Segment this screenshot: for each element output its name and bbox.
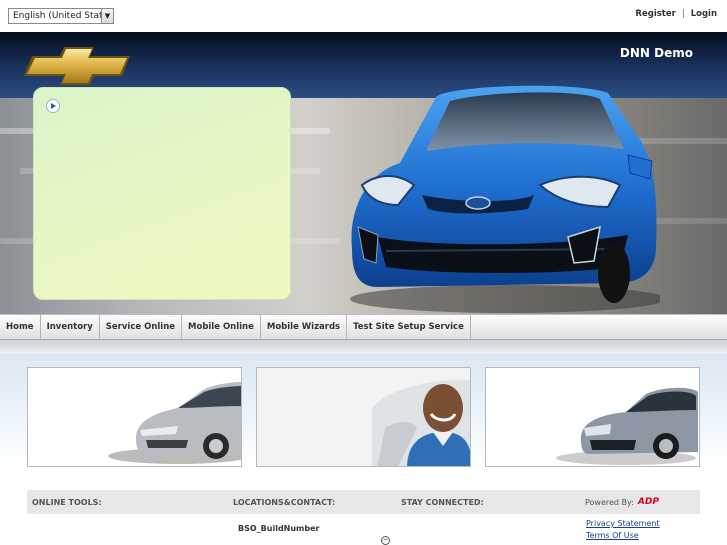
- service-advisor-image: [257, 368, 470, 466]
- nav-item-service-online[interactable]: Service Online: [100, 315, 183, 339]
- site-title: DNN Demo: [619, 46, 693, 60]
- register-link[interactable]: Register: [635, 9, 675, 19]
- silver-sedan-image: [108, 382, 241, 464]
- page: English (United States) ▼ Register | Log…: [0, 0, 727, 545]
- thumbnail-service-advisor[interactable]: [256, 367, 471, 467]
- nav-item-home[interactable]: Home: [0, 315, 41, 339]
- language-select[interactable]: English (United States) ▼: [8, 8, 114, 24]
- chevrolet-logo[interactable]: [22, 44, 134, 88]
- footer-stay-connected: STAY CONNECTED:: [401, 498, 484, 507]
- footer-bar: ONLINE TOOLS: LOCATIONS&CONTACT: STAY CO…: [27, 490, 700, 514]
- header-banner: DNN Demo: [0, 32, 727, 314]
- collapse-icon[interactable]: −: [381, 536, 390, 545]
- adp-logo[interactable]: ADP: [638, 497, 659, 507]
- thumbnail-silver-sedan[interactable]: [27, 367, 242, 467]
- thumbnail-mustang[interactable]: [485, 367, 700, 467]
- powered-by-label: Powered By:: [585, 497, 634, 507]
- mustang-image: [556, 387, 698, 465]
- link-separator: |: [681, 9, 685, 19]
- language-select-value: English (United States): [13, 11, 101, 21]
- account-links: Register | Login: [635, 9, 717, 19]
- nav-item-mobile-wizards[interactable]: Mobile Wizards: [261, 315, 348, 339]
- nav-shadow-band: [0, 340, 727, 354]
- promo-slideshow[interactable]: [33, 87, 291, 300]
- main-nav: Home Inventory Service Online Mobile Onl…: [0, 314, 727, 340]
- featured-car-image: [350, 85, 660, 313]
- play-icon[interactable]: [46, 99, 60, 113]
- privacy-statement-link[interactable]: Privacy Statement: [586, 519, 660, 528]
- nav-item-inventory[interactable]: Inventory: [41, 315, 100, 339]
- footer-locations-contact: LOCATIONS&CONTACT:: [233, 498, 336, 507]
- nav-item-test-site-setup[interactable]: Test Site Setup Service: [347, 315, 471, 339]
- content-area: [0, 354, 727, 467]
- nav-item-mobile-online[interactable]: Mobile Online: [182, 315, 261, 339]
- chevron-down-icon[interactable]: ▼: [101, 9, 113, 23]
- build-number: BSO_BuildNumber: [238, 524, 320, 533]
- login-link[interactable]: Login: [691, 9, 717, 19]
- terms-of-use-link[interactable]: Terms Of Use: [586, 531, 639, 540]
- top-bar: English (United States) ▼ Register | Log…: [0, 0, 727, 32]
- powered-by: Powered By: ADP: [585, 497, 659, 507]
- footer-online-tools: ONLINE TOOLS:: [32, 498, 102, 507]
